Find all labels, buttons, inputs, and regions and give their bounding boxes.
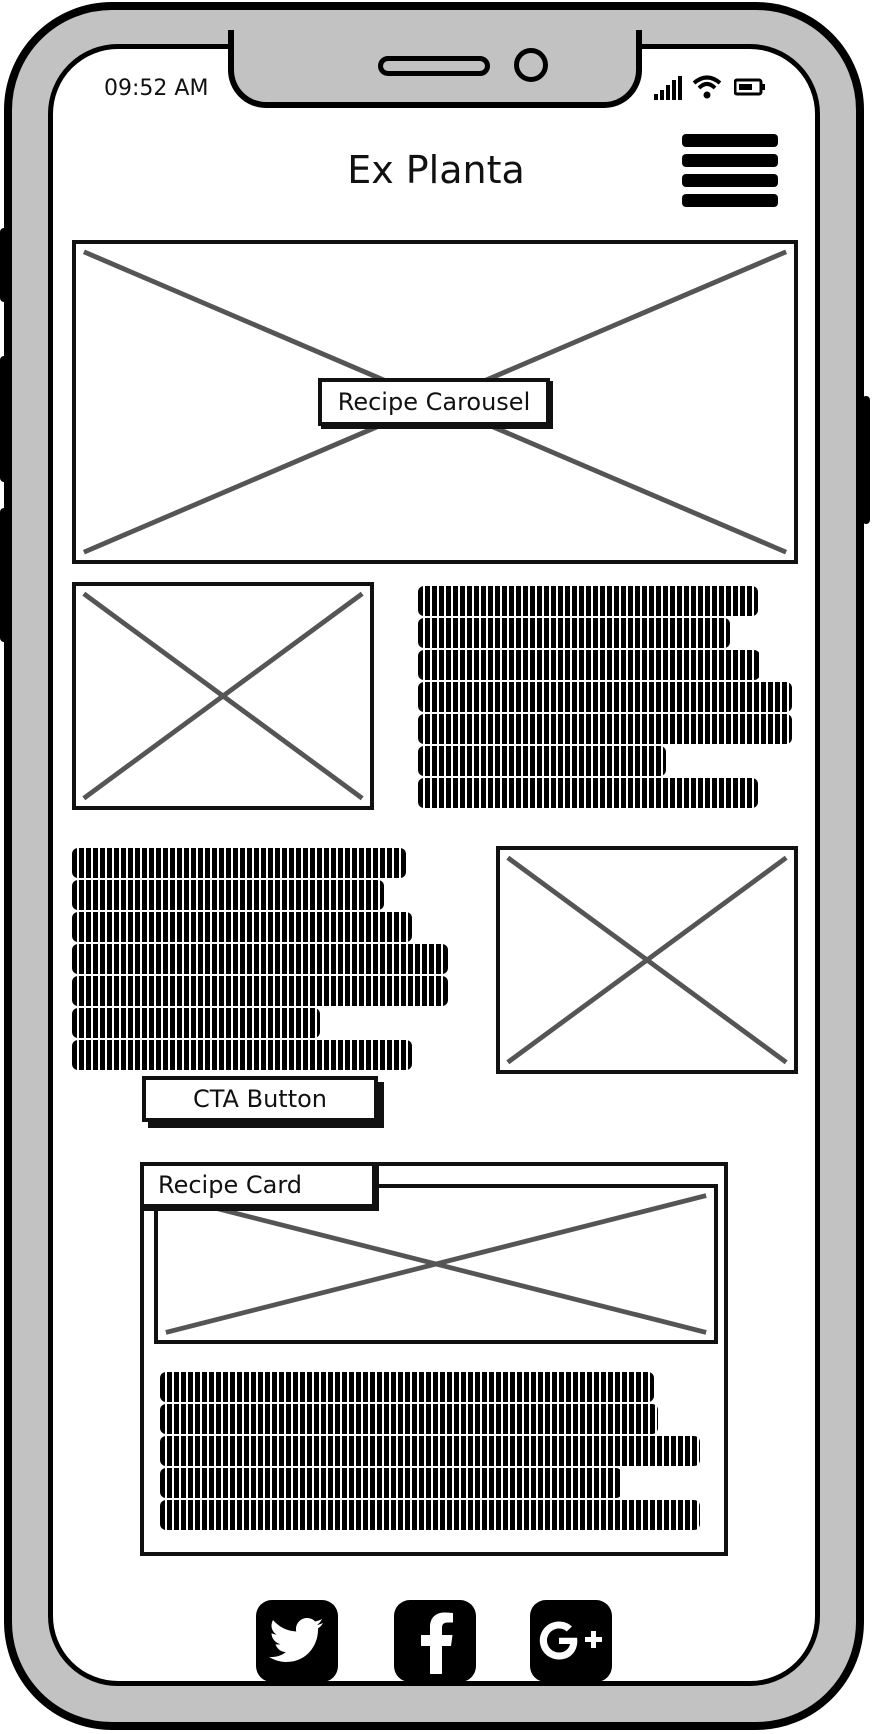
side-button-left-2 xyxy=(0,356,8,482)
menu-bar xyxy=(682,174,778,187)
hamburger-menu-icon[interactable] xyxy=(682,134,778,212)
wifi-icon xyxy=(692,74,722,100)
cta-button[interactable]: CTA Button xyxy=(142,1076,378,1122)
feature-one-text xyxy=(418,586,794,808)
camera-icon xyxy=(514,48,548,82)
text-scribble xyxy=(418,778,758,808)
text-scribble xyxy=(72,880,384,910)
text-scribble xyxy=(418,746,666,776)
google-plus-icon[interactable] xyxy=(530,1600,612,1682)
text-scribble xyxy=(418,682,792,712)
speaker-icon xyxy=(378,56,490,76)
signal-icon xyxy=(654,76,682,100)
text-scribble xyxy=(72,1008,320,1038)
side-button-left-3 xyxy=(0,508,8,642)
menu-bar xyxy=(682,194,778,207)
recipe-card-image xyxy=(154,1184,718,1344)
image-placeholder-icon xyxy=(506,855,788,1065)
facebook-icon[interactable] xyxy=(394,1600,476,1682)
battery-icon xyxy=(733,78,766,96)
side-button-left-1 xyxy=(0,228,8,302)
text-scribble xyxy=(160,1436,700,1466)
text-scribble xyxy=(72,1040,412,1070)
text-scribble xyxy=(160,1372,654,1402)
carousel-label: Recipe Carousel xyxy=(318,378,550,426)
side-button-right xyxy=(862,396,870,524)
feature-two-text xyxy=(72,848,448,1070)
status-time: 09:52 AM xyxy=(104,76,209,101)
text-scribble xyxy=(72,848,406,878)
feature-two-image xyxy=(496,846,798,1074)
feature-one-image xyxy=(72,582,374,810)
text-scribble xyxy=(418,714,792,744)
image-placeholder-icon xyxy=(82,591,364,801)
menu-bar xyxy=(682,134,778,147)
text-scribble xyxy=(72,976,448,1006)
text-scribble xyxy=(418,618,730,648)
text-scribble xyxy=(418,650,760,680)
twitter-icon[interactable] xyxy=(256,1600,338,1682)
menu-bar xyxy=(682,154,778,167)
text-scribble xyxy=(72,912,412,942)
text-scribble xyxy=(160,1468,622,1498)
image-placeholder-icon xyxy=(165,1193,707,1335)
text-scribble xyxy=(160,1500,700,1530)
text-scribble xyxy=(418,586,758,616)
recipe-card-label: Recipe Card xyxy=(140,1162,376,1208)
text-scribble xyxy=(72,944,448,974)
recipe-card-text xyxy=(160,1372,708,1530)
text-scribble xyxy=(160,1404,658,1434)
